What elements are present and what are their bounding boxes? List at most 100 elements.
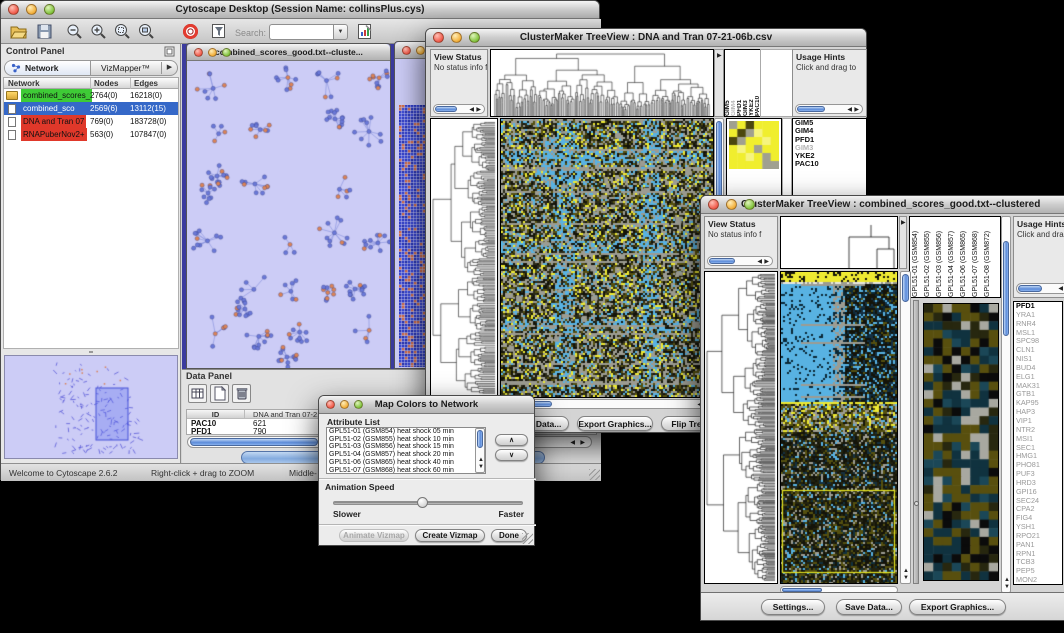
minimize-button[interactable]	[451, 32, 462, 43]
treeview2-title-bar[interactable]: ClusterMaker TreeView : combined_scores_…	[701, 196, 1064, 214]
label-item[interactable]: MON2	[1014, 576, 1062, 585]
zoom-button[interactable]	[744, 199, 755, 210]
scroll-strip[interactable]: ▶	[899, 216, 907, 269]
scroll-right-arrow[interactable]: ▶	[580, 440, 585, 446]
search-input[interactable]	[269, 24, 333, 40]
list-item[interactable]: GPL51-02 (GSM855) heat shock 10 min	[327, 436, 485, 444]
zoom-button[interactable]	[354, 400, 363, 409]
zoom-fit-icon[interactable]	[137, 22, 156, 41]
list-item[interactable]: GPL51-07 (GSM868)	[970, 217, 982, 297]
zoom-button[interactable]	[222, 48, 231, 57]
zoom-matrix-canvas[interactable]	[729, 121, 779, 169]
close-button[interactable]	[8, 4, 19, 15]
scroll-strip[interactable]: ▶	[714, 49, 724, 117]
delete-attribute-button[interactable]	[232, 384, 251, 403]
list-item[interactable]: GPL51-04 (GSM857)	[946, 217, 958, 297]
dialog-title-bar[interactable]: Map Colors to Network	[319, 396, 534, 414]
label-item[interactable]: PAC10	[793, 160, 866, 168]
create-attribute-button[interactable]	[210, 384, 229, 403]
zoom-in-icon[interactable]	[89, 22, 108, 41]
lifebuoy-icon[interactable]	[181, 22, 200, 41]
list-vscrollbar[interactable]: ▲▼	[475, 428, 485, 473]
column-dendrogram-canvas[interactable]	[780, 216, 898, 269]
zoom-button[interactable]	[469, 32, 480, 43]
zoom-out-icon[interactable]	[65, 22, 84, 41]
float-panel-icon[interactable]	[164, 46, 175, 57]
tab-more-button[interactable]: ▶	[161, 62, 177, 74]
settings-button[interactable]: Settings...	[761, 599, 825, 615]
resize-grip[interactable]	[522, 533, 533, 544]
table-header-id[interactable]: ID	[187, 410, 245, 419]
row-dendrogram-canvas[interactable]	[704, 271, 778, 584]
create-vizmap-button[interactable]: Create Vizmap	[415, 529, 485, 542]
list-item[interactable]: GPL51-03 (GSM856) heat shock 15 min	[327, 443, 485, 451]
zoom-selected-icon[interactable]	[113, 22, 132, 41]
minimize-button[interactable]	[208, 48, 217, 57]
mini-hscrollbar[interactable]: ◀▶	[707, 256, 773, 266]
network1-title-bar[interactable]: combined_scores_good.txt--cluste...	[187, 44, 390, 61]
network-row[interactable]: RNAPuberNov2+563(0)107847(0)	[4, 128, 178, 141]
usage-hints-panel: Usage Hints Click and drag to ◀▶	[792, 49, 867, 117]
minimize-button[interactable]	[26, 4, 37, 15]
open-folder-icon[interactable]	[9, 22, 28, 41]
move-down-button[interactable]: ∨	[495, 449, 528, 461]
close-button[interactable]	[708, 199, 719, 210]
minimize-button[interactable]	[340, 400, 349, 409]
annotation-filter-icon[interactable]	[209, 22, 228, 41]
attribute-select-button[interactable]	[188, 384, 207, 403]
slider-knob[interactable]	[417, 497, 428, 508]
zoom-button[interactable]	[44, 4, 55, 15]
close-button[interactable]	[326, 400, 335, 409]
network-overview-thumbnail[interactable]	[4, 355, 178, 459]
list-item[interactable]: GPL51-08 (GSM872)	[982, 217, 994, 297]
animate-vizmap-button[interactable]: Animate Vizmap	[339, 529, 409, 542]
network-row[interactable]: combined_scores_2764(0)16218(0)	[4, 89, 178, 102]
list-item[interactable]: GPL51-07 (GSM868) heat shock 60 min	[327, 467, 485, 474]
network-list: combined_scores_2764(0)16218(0)combined_…	[3, 89, 179, 349]
scroll-thumb[interactable]	[190, 438, 318, 446]
tab-vizmapper[interactable]: VizMapper™	[101, 63, 150, 73]
save-data-button[interactable]: Save Data...	[836, 599, 902, 615]
main-title-bar[interactable]: Cytoscape Desktop (Session Name: collins…	[1, 1, 599, 19]
resize-grip[interactable]	[589, 469, 600, 480]
close-button[interactable]	[433, 32, 444, 43]
list-item[interactable]: GPL51-06 (GSM865) heat shock 40 min	[327, 459, 485, 467]
global-heatmap-canvas[interactable]	[500, 118, 714, 398]
heatmap-vscrollbar[interactable]: ▲▼	[900, 271, 911, 584]
global-heatmap-canvas[interactable]	[780, 271, 898, 584]
split-divider[interactable]	[913, 300, 919, 584]
search-dropdown-button[interactable]: ▼	[333, 24, 348, 40]
minimize-button[interactable]	[416, 46, 425, 55]
column-dendrogram-canvas[interactable]	[490, 49, 714, 117]
list-item[interactable]: GPL51-02 (GSM855)	[922, 217, 934, 297]
export-graphics-button[interactable]: Export Graphics...	[577, 416, 653, 431]
network-table-header[interactable]: Network Nodes Edges	[3, 77, 179, 89]
network-canvas[interactable]	[187, 61, 390, 368]
list-item[interactable]: GPL51-04 (GSM857) heat shock 20 min	[327, 451, 485, 459]
close-button[interactable]	[402, 46, 411, 55]
report-icon[interactable]	[355, 22, 374, 41]
scroll-left-arrow[interactable]: ◀	[570, 440, 575, 446]
move-up-button[interactable]: ∧	[495, 434, 528, 446]
dense-network-canvas[interactable]	[399, 105, 426, 367]
mini-hscrollbar[interactable]: ◀▶	[1016, 283, 1064, 294]
animation-speed-slider[interactable]	[333, 501, 523, 505]
tab-network[interactable]: Network	[5, 61, 91, 75]
mini-hscrollbar[interactable]: ◀▶	[433, 104, 485, 114]
export-graphics-button[interactable]: Export Graphics...	[909, 599, 1006, 615]
treeview1-title-bar[interactable]: ClusterMaker TreeView : DNA and Tran 07-…	[426, 29, 866, 47]
list-item[interactable]: GPL51-01 (GSM854)	[910, 217, 922, 297]
gene-list-vscrollbar[interactable]: ▲▼	[1001, 216, 1011, 593]
list-item[interactable]: GPL51-03 (GSM856)	[934, 217, 946, 297]
mini-hscrollbar[interactable]: ◀▶	[795, 104, 863, 114]
close-button[interactable]	[194, 48, 203, 57]
row-dendrogram-canvas[interactable]	[430, 118, 498, 398]
minimize-button[interactable]	[726, 199, 737, 210]
list-item[interactable]: GPL51-06 (GSM865)	[958, 217, 970, 297]
zoom-heatmap-canvas[interactable]	[923, 303, 999, 581]
list-item[interactable]: GPL51-01 (GSM854) heat shock 05 min	[327, 428, 485, 436]
save-icon[interactable]	[35, 22, 54, 41]
desktop: Cytoscape Desktop (Session Name: collins…	[0, 0, 1064, 633]
network-row[interactable]: combined_sco2569(6)13112(15)	[4, 102, 178, 115]
network-row[interactable]: DNA and Tran 07769(0)183728(0)	[4, 115, 178, 128]
